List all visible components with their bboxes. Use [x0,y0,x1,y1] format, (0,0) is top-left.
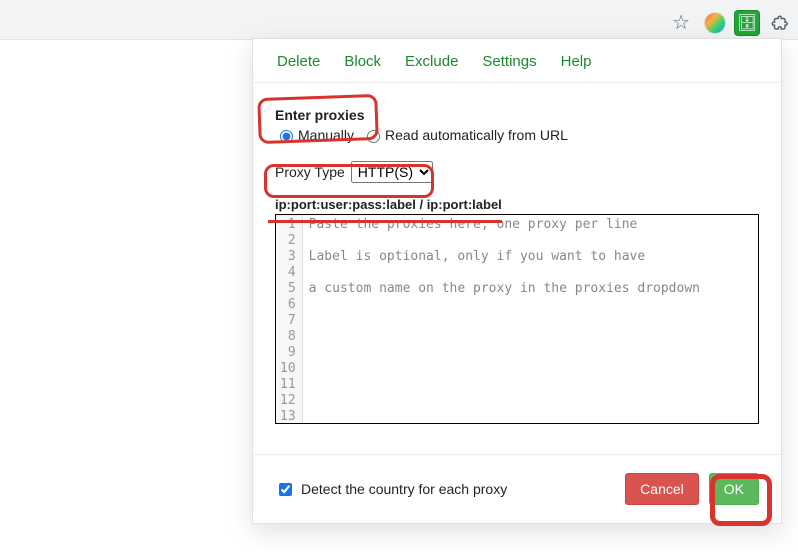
extension-multicolor-icon[interactable] [704,12,726,34]
ok-button[interactable]: OK [709,473,759,505]
extension-popup: Delete Block Exclude Settings Help Enter… [252,38,782,524]
proxy-textarea[interactable]: 12345678910111213 Paste the proxies here… [275,214,759,424]
browser-toolbar: ☆ 🗄 [0,0,798,40]
popup-top-menu: Delete Block Exclude Settings Help [253,39,781,83]
proxy-type-select[interactable]: HTTP(S) [351,161,433,183]
radio-manually-label[interactable]: Manually [275,127,354,143]
radio-manually-text: Manually [298,127,354,143]
enter-proxies-title: Enter proxies [275,107,759,123]
detect-country-text: Detect the country for each proxy [301,481,507,497]
radio-auto-text: Read automatically from URL [385,127,568,143]
radio-auto-label[interactable]: Read automatically from URL [362,127,568,143]
proxy-text-content[interactable]: Paste the proxies here, one proxy per li… [303,215,706,423]
proxy-format-hint: ip:port:user:pass:label / ip:port:label [275,197,759,212]
proxy-type-label: Proxy Type [275,164,345,180]
menu-help[interactable]: Help [561,53,592,70]
detect-country-checkbox[interactable] [279,483,292,496]
menu-exclude[interactable]: Exclude [405,53,458,70]
cancel-button[interactable]: Cancel [625,473,699,505]
menu-settings[interactable]: Settings [482,53,536,70]
input-mode-radios: Manually Read automatically from URL [275,127,759,143]
detect-country-label[interactable]: Detect the country for each proxy [275,480,507,499]
menu-block[interactable]: Block [344,53,381,70]
bookmark-star-icon[interactable]: ☆ [666,4,696,41]
radio-auto[interactable] [367,130,380,143]
line-number-gutter: 12345678910111213 [276,215,303,423]
menu-delete[interactable]: Delete [277,53,320,70]
active-extension-icon[interactable]: 🗄 [734,10,760,36]
radio-manually[interactable] [280,130,293,143]
extensions-puzzle-icon[interactable] [768,12,790,34]
